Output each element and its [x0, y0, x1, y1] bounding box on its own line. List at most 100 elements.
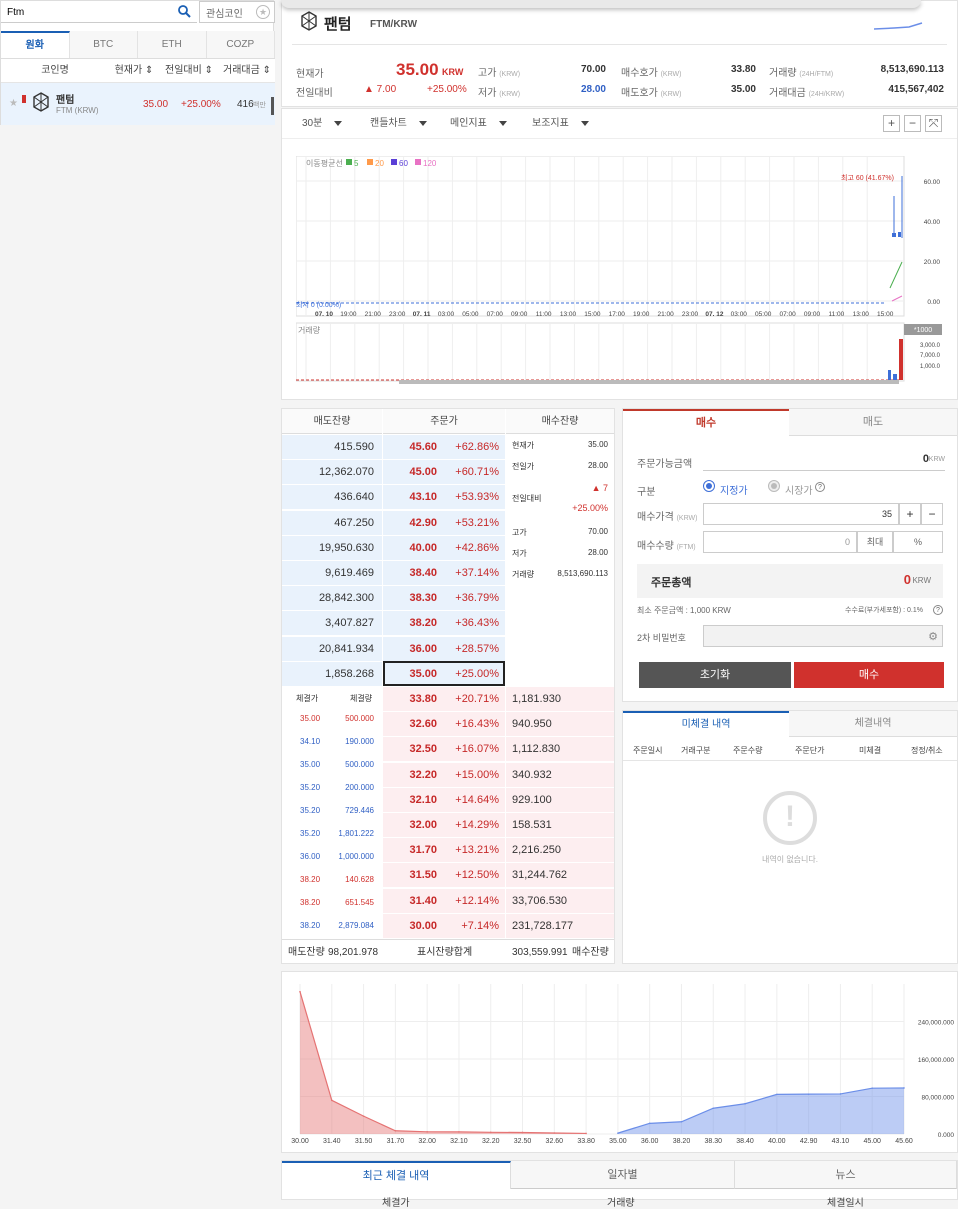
- bid-price-row[interactable]: 31.50 +12.50%: [383, 863, 505, 889]
- bid-pct: +12.14%: [455, 894, 499, 907]
- price-minus-button[interactable]: −: [921, 503, 943, 525]
- ask-price-row[interactable]: 42.90 +53.21%: [383, 510, 505, 536]
- empty-alert-icon: !: [763, 791, 817, 845]
- candle-chart[interactable]: 07. 10 19:00 21:00 23:00 07. 11 03:00 05:00 07:…: [296, 156, 946, 396]
- ask-price-row[interactable]: 43.10 +53.93%: [383, 485, 505, 511]
- bid-depth-point: [458, 1131, 460, 1133]
- reset-button[interactable]: 초기화: [639, 662, 791, 688]
- chart-type-dropdown[interactable]: 캔들차트: [370, 109, 427, 139]
- tab-btc[interactable]: BTC: [70, 31, 138, 58]
- ask-price-row[interactable]: 38.30 +36.79%: [383, 586, 505, 612]
- ask-amount: 12,362.070: [282, 460, 382, 486]
- fee-label: 수수료(부가세포함) : 0.1%: [845, 607, 923, 614]
- volume-label: 거래량: [298, 325, 321, 335]
- col-change[interactable]: 전일대비 ⇕: [159, 59, 219, 82]
- ask-price-row[interactable]: 45.60 +62.86%: [383, 435, 505, 460]
- ask-price-row[interactable]: 36.00 +28.57%: [383, 636, 505, 662]
- tab-eth[interactable]: ETH: [138, 31, 207, 58]
- price-plus-button[interactable]: +: [899, 503, 921, 525]
- bid-price-row[interactable]: 32.50 +16.07%: [383, 737, 505, 763]
- bid-price-row[interactable]: 32.60 +16.43%: [383, 712, 505, 738]
- fee-help-icon[interactable]: ?: [933, 605, 943, 615]
- buy-submit-button[interactable]: 매수: [794, 662, 944, 688]
- ask-price-row[interactable]: 38.20 +36.43%: [383, 611, 505, 637]
- password-input[interactable]: ⚙: [703, 625, 943, 647]
- chevron-down-icon: [580, 120, 589, 126]
- coin-name: 팬텀: [56, 95, 75, 106]
- trade-qty: 190.000: [345, 737, 374, 746]
- bid-depth-point: [585, 1132, 587, 1135]
- bid-price-row[interactable]: 31.70 +13.21%: [383, 838, 505, 864]
- search-icon[interactable]: [177, 4, 191, 18]
- ask-amount: 20,841.934: [282, 636, 382, 662]
- bid-amount: 2,216.250: [506, 838, 614, 864]
- x-tick-label: 23:00: [389, 311, 406, 318]
- x-tick-label: 03:00: [438, 311, 455, 318]
- ask-price-row[interactable]: 45.00 +60.71%: [383, 460, 505, 486]
- x-tick-label: 11:00: [829, 311, 845, 318]
- zoom-out-button[interactable]: −: [904, 115, 921, 132]
- bid-price-row[interactable]: 32.00 +14.29%: [383, 813, 505, 838]
- tab-recent-trades[interactable]: 최근 체결 내역: [282, 1161, 511, 1189]
- favorite-coins-button[interactable]: 관심코인 ★: [199, 1, 275, 23]
- option-limit-label: 지정가: [720, 486, 748, 497]
- depth-x-tick: 31.70: [387, 1138, 405, 1145]
- info-high: 70.00: [587, 527, 608, 536]
- radio-market[interactable]: [768, 480, 780, 492]
- tab-cozp[interactable]: COZP: [207, 31, 275, 58]
- max-button[interactable]: 최대: [857, 531, 893, 553]
- help-icon[interactable]: ?: [815, 482, 825, 492]
- bid-price-row[interactable]: 33.80 +20.71%: [383, 687, 505, 712]
- zoom-in-button[interactable]: +: [883, 115, 900, 132]
- ask-price-row[interactable]: 40.00 +42.86%: [383, 535, 505, 561]
- order-type-label: 구분: [637, 487, 656, 498]
- trades-header: 체결가 체결량: [282, 687, 382, 709]
- star-icon: ★: [256, 5, 270, 19]
- bid-pct: +16.43%: [455, 718, 499, 731]
- chart-scrollbar[interactable]: [399, 380, 899, 384]
- bid-price-row[interactable]: 31.40 +12.14%: [383, 888, 505, 914]
- trade-price: 38.20: [300, 898, 321, 907]
- main-indicator-dropdown[interactable]: 메인지표: [450, 109, 507, 139]
- tab-news[interactable]: 뉴스: [735, 1161, 957, 1189]
- ask-price: 38.20: [409, 617, 437, 630]
- trade-price: 35.00: [300, 714, 321, 723]
- bid-amount: 31,244.762: [506, 863, 614, 889]
- col-coin-name[interactable]: 코인명: [1, 59, 109, 82]
- bid-price-row[interactable]: 30.00 +7.14%: [383, 913, 505, 939]
- tab-filled-orders[interactable]: 체결내역: [789, 711, 957, 737]
- high-label-text: 고가: [478, 68, 497, 79]
- high-unit: (KRW): [499, 71, 521, 78]
- star-icon[interactable]: ★: [9, 98, 18, 109]
- interval-dropdown[interactable]: 30분: [302, 109, 343, 139]
- scrollbar[interactable]: [271, 97, 274, 115]
- radio-limit[interactable]: [703, 480, 715, 492]
- expand-button[interactable]: ⤧: [925, 115, 942, 132]
- ask-price-row[interactable]: 38.40 +37.14%: [383, 561, 505, 586]
- depth-chart[interactable]: 30.00 31.40 31.50 31.70 32.00 32.10 32.20 32.50…: [282, 972, 957, 1152]
- quantity-input[interactable]: 0: [703, 531, 857, 553]
- gear-icon[interactable]: ⚙: [928, 627, 938, 647]
- tab-open-orders[interactable]: 미체결 내역: [623, 711, 789, 737]
- col-price[interactable]: 현재가 ⇕: [109, 59, 159, 82]
- qty-unit: (FTM): [676, 544, 696, 551]
- bid-price-row[interactable]: 32.10 +14.64%: [383, 787, 505, 813]
- price-input[interactable]: 35: [703, 503, 899, 525]
- tab-buy[interactable]: 매수: [623, 409, 789, 436]
- percent-button[interactable]: %: [893, 531, 943, 553]
- tab-krw[interactable]: 원화: [1, 31, 70, 58]
- ask-depth-point: [648, 1122, 651, 1125]
- low-unit: (KRW): [499, 91, 521, 98]
- bid-depth-point: [362, 1115, 365, 1117]
- bid-price-row[interactable]: 32.20 +15.00%: [383, 762, 505, 788]
- bid-depth-point: [330, 1099, 333, 1102]
- search-input[interactable]: [7, 4, 167, 20]
- sub-indicator-dropdown[interactable]: 보조지표: [532, 109, 589, 139]
- x-tick-label: 07. 10: [315, 311, 333, 318]
- col-ask-amount: 매도잔량: [282, 409, 382, 434]
- coin-row-ftm[interactable]: ★ 팬텀 FTM (KRW) 35.00 +25.00% 416 백만: [1, 83, 275, 125]
- tab-daily[interactable]: 일자별: [511, 1161, 735, 1189]
- ask-pct: +36.43%: [455, 617, 499, 630]
- col-volume[interactable]: 거래대금 ⇕: [219, 59, 275, 82]
- tab-sell[interactable]: 매도: [789, 409, 957, 436]
